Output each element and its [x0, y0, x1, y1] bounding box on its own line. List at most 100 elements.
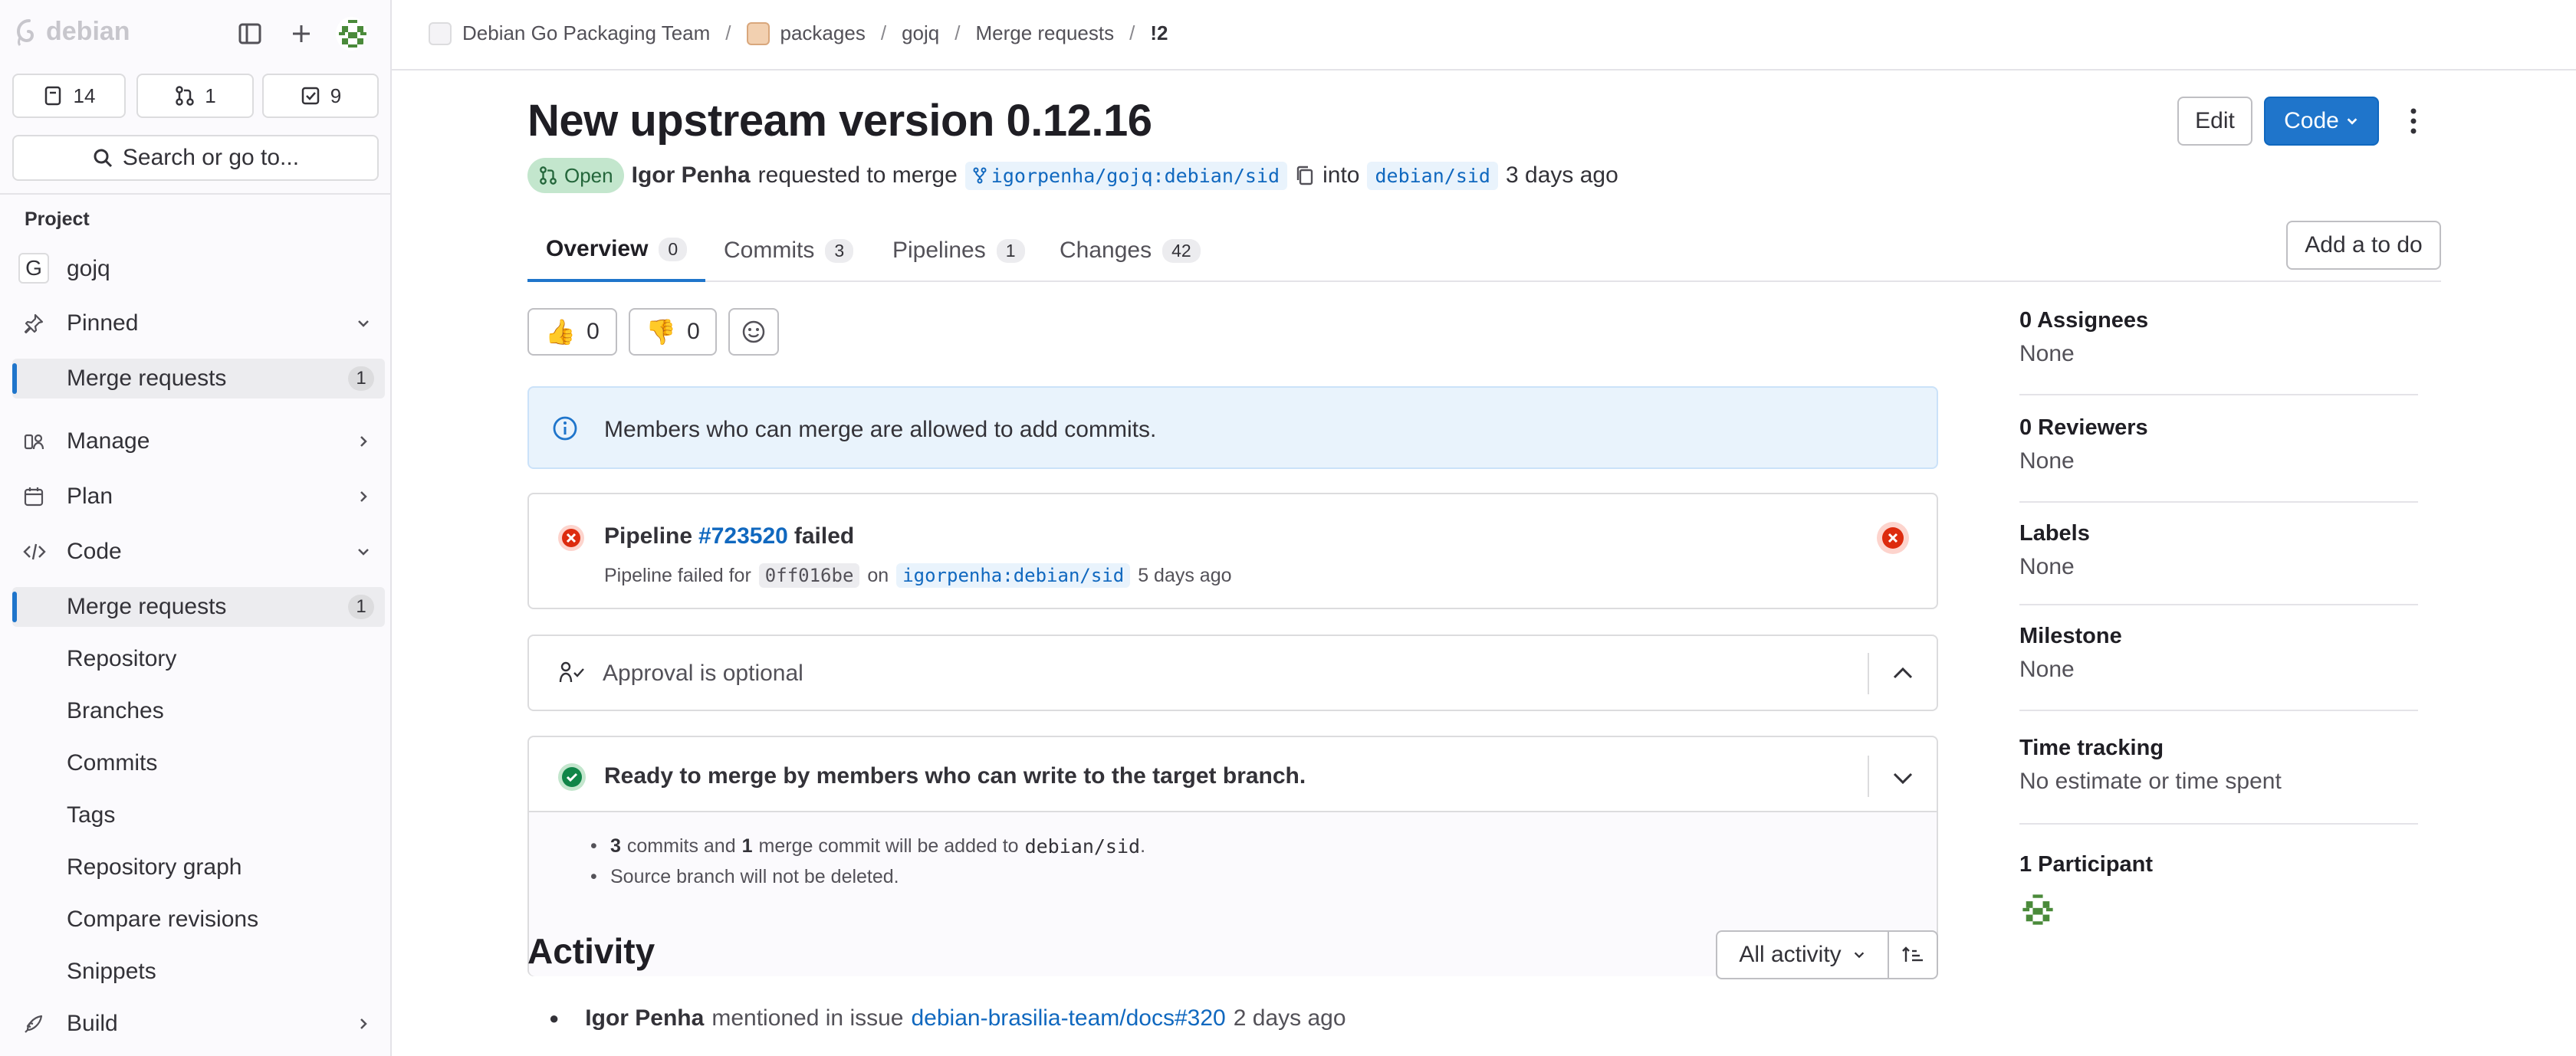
- todo-icon: [300, 85, 321, 107]
- time-tracking-block: Time tracking No estimate or time spent: [2019, 736, 2418, 795]
- info-banner: Members who can merge are allowed to add…: [527, 386, 1938, 469]
- search-label: Search or go to...: [122, 145, 300, 170]
- participants-block: 1 Participant: [2019, 852, 2418, 928]
- sidebar-item-tags[interactable]: Tags: [12, 795, 385, 835]
- thumbs-up-button[interactable]: 👍 0: [527, 308, 617, 356]
- merge-detail-line: • Source branch will not be deleted.: [590, 866, 899, 887]
- sort-order-button[interactable]: [1888, 930, 1938, 979]
- merge-requests-counter[interactable]: 1: [136, 74, 254, 118]
- merge-title: Ready to merge by members who can write …: [604, 763, 1306, 789]
- sidebar-divider: [0, 193, 390, 195]
- status-text: Open: [564, 163, 613, 187]
- activity-author[interactable]: Igor Penha: [585, 1005, 704, 1031]
- chevron-up-icon[interactable]: [1892, 664, 1914, 682]
- search-button[interactable]: Search or go to...: [12, 135, 379, 181]
- chevron-down-icon: [1852, 948, 1866, 962]
- sidebar-item-repository-graph[interactable]: Repository graph: [12, 848, 385, 887]
- merge-detail-text: commits and: [626, 835, 736, 857]
- todos-counter[interactable]: 9: [262, 74, 379, 118]
- sidebar-item-label: Manage: [67, 428, 150, 454]
- tab-pipelines[interactable]: Pipelines 1: [892, 219, 1025, 282]
- breadcrumb: Debian Go Packaging Team / packages / go…: [429, 21, 1168, 45]
- main-content: New upstream version 0.12.16 Edit Code O…: [527, 71, 2441, 1056]
- code-button[interactable]: Code: [2264, 97, 2379, 146]
- assignees-value[interactable]: None: [2019, 341, 2418, 367]
- breadcrumb-current[interactable]: !2: [1150, 21, 1168, 45]
- sidebar-header: debian: [0, 0, 392, 69]
- participant-avatar[interactable]: [2019, 891, 2056, 928]
- sidebar-item-repository[interactable]: Repository: [12, 639, 385, 679]
- pipeline-age: 5 days ago: [1138, 564, 1232, 586]
- commit-sha[interactable]: 0ff016be: [758, 563, 860, 588]
- sidebar-item-merge-requests[interactable]: Merge requests 1: [12, 587, 385, 627]
- breadcrumb-merge-requests[interactable]: Merge requests: [975, 21, 1114, 45]
- tab-commits[interactable]: Commits 3: [724, 219, 854, 282]
- sidebar-pinned[interactable]: Pinned: [12, 303, 385, 343]
- target-branch[interactable]: debian/sid: [1367, 161, 1498, 190]
- merge-target-branch: debian/sid: [1024, 835, 1141, 858]
- labels-block: Labels None: [2019, 521, 2418, 580]
- breadcrumb-project[interactable]: gojq: [902, 21, 939, 45]
- sort-icon: [1901, 945, 1924, 965]
- labels-label: Labels: [2019, 521, 2090, 546]
- tab-changes[interactable]: Changes 42: [1060, 219, 1201, 282]
- pipeline-branch[interactable]: igorpenha:debian/sid: [896, 563, 1131, 588]
- user-avatar[interactable]: [336, 17, 366, 51]
- chevron-right-icon: [356, 489, 371, 504]
- sidebar-item-compare-revisions[interactable]: Compare revisions: [12, 900, 385, 940]
- project-name[interactable]: gojq: [67, 256, 110, 282]
- pipeline-status-icon[interactable]: [1875, 520, 1911, 556]
- sidebar-item-plan[interactable]: Plan: [12, 477, 385, 517]
- todos-count: 9: [330, 84, 342, 107]
- sidebar-item-pinned-merge-requests[interactable]: Merge requests 1: [12, 359, 385, 398]
- toggle-sidebar-icon[interactable]: [235, 18, 265, 49]
- reviewers-block: 0 Reviewers None: [2019, 415, 2418, 474]
- pipeline-link[interactable]: #723520: [698, 523, 788, 549]
- milestone-value[interactable]: None: [2019, 657, 2418, 683]
- sidebar-item-branches[interactable]: Branches: [12, 691, 385, 731]
- divider: [1868, 653, 1869, 694]
- activity-filter-dropdown[interactable]: All activity: [1716, 930, 1889, 979]
- issues-counter[interactable]: 14: [12, 74, 126, 118]
- sidebar-item-label: Merge requests: [67, 366, 227, 391]
- sidebar-item-code[interactable]: Code: [12, 532, 385, 572]
- copy-icon[interactable]: [1295, 165, 1315, 186]
- add-reaction-button[interactable]: [728, 308, 779, 356]
- sidebar-item-build[interactable]: Build: [12, 1004, 385, 1044]
- author-name[interactable]: Igor Penha: [632, 162, 751, 189]
- more-actions-icon[interactable]: [2398, 104, 2429, 138]
- breadcrumb-group[interactable]: Debian Go Packaging Team: [462, 21, 710, 45]
- fork-icon: [973, 167, 987, 184]
- sidebar-item-snippets[interactable]: Snippets: [12, 952, 385, 992]
- divider: [1868, 756, 1869, 797]
- source-branch[interactable]: igorpenha/gojq:debian/sid: [964, 161, 1288, 190]
- assignees-label: 0 Assignees: [2019, 308, 2149, 333]
- sidebar-item-manage[interactable]: Manage: [12, 421, 385, 461]
- sidebar-item-label: Plan: [67, 484, 113, 509]
- chevron-down-icon[interactable]: [1892, 769, 1914, 788]
- reviewers-value[interactable]: None: [2019, 448, 2418, 474]
- pipeline-on-text: on: [867, 564, 889, 586]
- tab-overview[interactable]: Overview 0: [527, 219, 706, 282]
- add-todo-button[interactable]: Add a to do: [2286, 221, 2441, 270]
- sidebar-item-label: Tags: [67, 802, 116, 828]
- source-branch-name: igorpenha/gojq:debian/sid: [991, 164, 1280, 187]
- timeline-dot: ●: [549, 1008, 560, 1028]
- subgroup-avatar: [746, 21, 770, 45]
- merge-requests-count: 1: [205, 84, 216, 107]
- plus-icon[interactable]: [286, 18, 317, 49]
- breadcrumb-subgroup[interactable]: packages: [780, 21, 866, 45]
- edit-button[interactable]: Edit: [2177, 97, 2252, 146]
- tab-count: 3: [825, 238, 854, 263]
- debian-logo[interactable]: debian: [14, 17, 130, 47]
- labels-value[interactable]: None: [2019, 554, 2418, 580]
- activity-issue-link[interactable]: debian-brasilia-team/docs#320: [911, 1005, 1225, 1031]
- calendar-icon: [23, 486, 44, 507]
- activity-age: 2 days ago: [1233, 1005, 1346, 1031]
- activity-filter-label: All activity: [1739, 942, 1842, 967]
- thumbs-down-button[interactable]: 👎 0: [629, 308, 717, 356]
- tab-count: 1: [996, 238, 1025, 263]
- section-label-project: Project: [25, 208, 90, 230]
- mr-age: 3 days ago: [1505, 162, 1618, 188]
- sidebar-item-commits[interactable]: Commits: [12, 743, 385, 783]
